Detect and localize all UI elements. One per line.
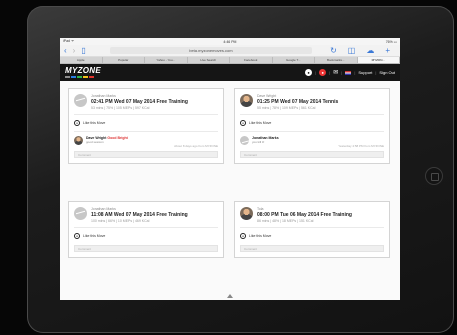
new-tab-icon[interactable]: + — [385, 46, 390, 55]
move-card: Dave Wright 01:25 PM Wed 07 May 2014 Ten… — [234, 88, 390, 164]
comment-time: Yesterday 4:58 PM from MYZONE — [338, 144, 384, 148]
card-stats: 53 mins | 75% | 105 MEPs | 597 KCal — [91, 106, 150, 110]
cloud-tabs-icon[interactable]: ☁ — [366, 46, 374, 55]
myzone-logo[interactable]: MYZONE — [65, 67, 101, 78]
reload-icon[interactable]: ↻ — [330, 46, 337, 55]
commenter-avatar[interactable] — [74, 136, 83, 145]
divider — [240, 114, 384, 115]
screen: iPad ᯤ 4:46 PM 76% ▭ ‹ › ▯ beta.myzonemo… — [60, 38, 400, 300]
tab-item[interactable]: Popular — [103, 57, 145, 63]
card-title: 01:25 PM Wed 07 May 2014 Tennis — [257, 99, 339, 105]
camera-icon — [240, 14, 244, 18]
url-bar[interactable]: beta.myzonemoves.com — [109, 47, 313, 54]
logo-bar — [83, 76, 88, 78]
nav-separator: | — [375, 70, 377, 75]
back-icon[interactable]: ‹ — [64, 46, 67, 55]
home-button[interactable] — [425, 167, 443, 185]
tab-item[interactable]: Live Search — [188, 57, 230, 63]
nav-separator: | — [341, 70, 343, 75]
scroll-indicator-icon — [227, 294, 233, 298]
browser-toolbar: ‹ › ▯ beta.myzonemoves.com ↻ ◫ ☁ + — [60, 45, 400, 57]
like-label: Like this Move — [249, 121, 272, 125]
tab-item[interactable]: Facebook — [230, 57, 273, 63]
card-stats: 86 mins | 48% | 18 MEPs | 151 KCal — [257, 219, 314, 223]
tab-item-active[interactable]: MYZON... — [357, 57, 400, 63]
logo-bar — [71, 76, 76, 78]
move-card: Jonathan Marks 11:08 AM Wed 07 May 2014 … — [68, 201, 224, 258]
logo-bar — [89, 76, 94, 78]
like-label: Like this Move — [83, 234, 106, 238]
comment-tag: Good Bright — [107, 136, 128, 140]
thumbs-up-icon: ● — [74, 120, 80, 126]
activity-feed: Jonathan Marks 02:41 PM Wed 07 May 2014 … — [60, 81, 400, 300]
thumbs-up-icon: ● — [74, 233, 80, 239]
mail-icon[interactable]: ✉ — [333, 69, 338, 76]
header-nav: ● | ● | ✉ | | Support | Sign Out — [305, 69, 395, 76]
signout-link[interactable]: Sign Out — [379, 70, 395, 75]
card-stats: 100 mins | 66% | 10 MEPs | 469 KCal — [91, 219, 150, 223]
user-avatar[interactable] — [240, 94, 253, 107]
language-flag-icon[interactable] — [345, 70, 352, 75]
profile-icon[interactable]: ● — [305, 69, 313, 76]
reading-list-icon[interactable]: ◫ — [348, 46, 356, 55]
comment-input[interactable]: Comment — [74, 245, 218, 252]
comment-text: you kill it! — [252, 140, 265, 144]
logo-text: MYZONE — [65, 66, 102, 75]
move-card: Tola 08:00 PM Tue 06 May 2014 Free Train… — [234, 201, 390, 258]
commenter-avatar[interactable] — [240, 136, 249, 145]
card-username[interactable]: Jonathan Marks — [91, 94, 188, 98]
divider — [74, 227, 218, 228]
card-username[interactable]: Jonathan Marks — [91, 207, 188, 211]
comment-text: good session — [86, 140, 104, 144]
status-bar: iPad ᯤ 4:46 PM 76% ▭ — [60, 38, 400, 45]
like-label: Like this Move — [83, 121, 106, 125]
comment-input[interactable]: Comment — [240, 151, 384, 158]
bookmarks-icon[interactable]: ▯ — [81, 46, 85, 55]
logo-bar — [77, 76, 82, 78]
forward-icon[interactable]: › — [73, 46, 76, 55]
thumbs-up-icon: ● — [240, 120, 246, 126]
nav-separator: | — [315, 70, 317, 75]
card-title: 11:08 AM Wed 07 May 2014 Free Training — [91, 212, 188, 218]
like-button[interactable]: ● Like this Move — [69, 230, 223, 242]
status-battery: 76% ▭ — [385, 39, 397, 44]
card-title: 02:41 PM Wed 07 May 2014 Free Training — [91, 99, 188, 105]
divider — [74, 114, 218, 115]
comment-input[interactable]: Comment — [74, 151, 218, 158]
friends-icon[interactable]: ● — [319, 69, 327, 76]
card-title: 08:00 PM Tue 06 May 2014 Free Training — [257, 212, 352, 218]
divider — [240, 131, 384, 132]
logo-bar — [65, 76, 70, 78]
user-avatar[interactable] — [74, 94, 87, 107]
url-text: beta.myzonemoves.com — [189, 48, 233, 53]
card-stats: 55 mins | 78% | 109 MEPs | 561 KCal — [257, 106, 316, 110]
site-header: MYZONE ● | ● | ✉ | | Support | Sign Out — [60, 64, 400, 81]
like-button[interactable]: ● Like this Move — [235, 117, 389, 129]
divider — [74, 131, 218, 132]
like-button[interactable]: ● Like this Move — [69, 117, 223, 129]
nav-separator: | — [329, 70, 331, 75]
user-avatar[interactable] — [74, 207, 87, 220]
user-avatar[interactable] — [240, 207, 253, 220]
comment-input[interactable]: Comment — [240, 245, 384, 252]
status-carrier: iPad ᯤ — [63, 39, 75, 43]
status-time: 4:46 PM — [223, 39, 237, 44]
card-username[interactable]: Dave Wright — [257, 94, 338, 98]
tab-item[interactable]: Bookmarks... — [315, 57, 358, 63]
card-username[interactable]: Tola — [257, 207, 352, 211]
support-link[interactable]: Support — [358, 70, 372, 75]
logo-color-bars — [65, 76, 101, 78]
tab-item[interactable]: Apple — [60, 57, 103, 63]
tab-item[interactable]: Google T... — [273, 57, 315, 63]
comment-time: About 8 days ago from MYZONE — [174, 144, 218, 148]
tab-bar: Apple Popular Yahoo - You... Live Search… — [60, 57, 400, 64]
like-label: Like this Move — [249, 234, 272, 238]
nav-separator: | — [354, 70, 356, 75]
move-card: Jonathan Marks 02:41 PM Wed 07 May 2014 … — [68, 88, 224, 164]
tab-item[interactable]: Yahoo - You... — [145, 57, 188, 63]
divider — [240, 227, 384, 228]
like-button[interactable]: ● Like this Move — [235, 230, 389, 242]
thumbs-up-icon: ● — [240, 233, 246, 239]
